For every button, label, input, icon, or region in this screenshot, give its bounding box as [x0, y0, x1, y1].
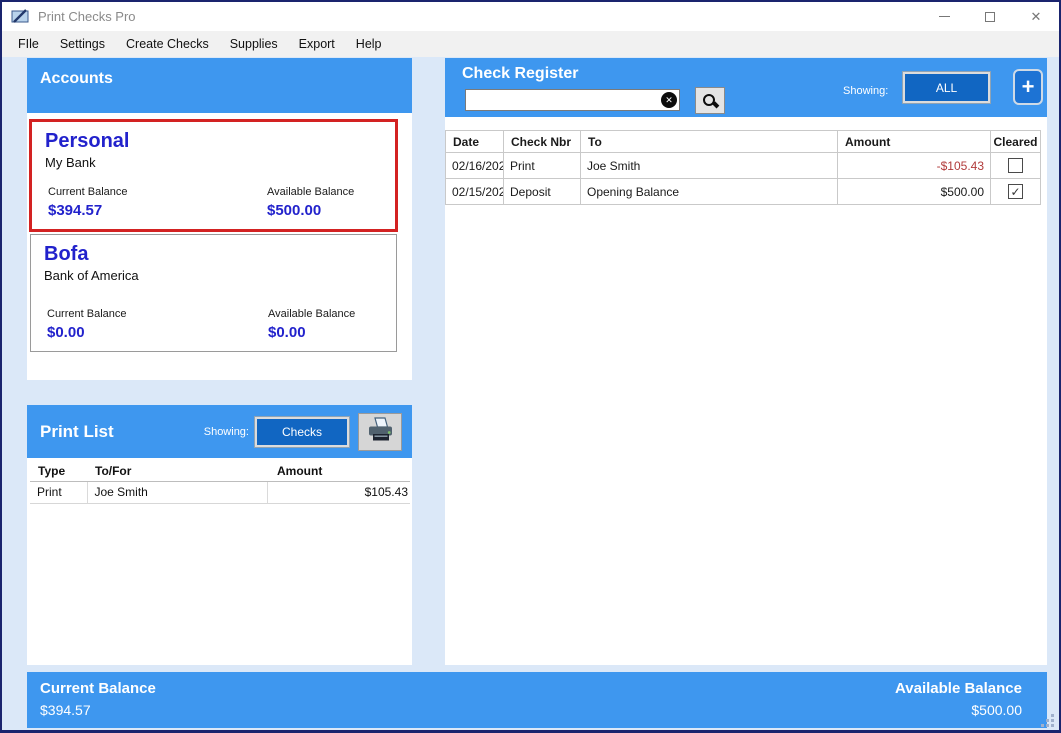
- current-balance-value: $394.57: [48, 202, 267, 219]
- current-balance-label: Current Balance: [48, 186, 267, 198]
- col-header-amount[interactable]: Amount: [838, 131, 991, 153]
- content-area: Accounts Personal My Bank Current Balanc…: [2, 57, 1059, 731]
- available-balance-value: $500.00: [267, 202, 385, 219]
- showing-label: Showing:: [204, 426, 249, 438]
- account-bank: Bank of America: [44, 268, 384, 283]
- current-balance-value: $0.00: [47, 324, 268, 341]
- maximize-button[interactable]: [967, 2, 1013, 31]
- window-title: Print Checks Pro: [38, 9, 136, 24]
- menu-export[interactable]: Export: [299, 37, 335, 51]
- cell-to: Opening Balance: [581, 179, 838, 205]
- print-list-title: Print List: [40, 422, 114, 442]
- cell-tofor: Joe Smith: [87, 481, 267, 503]
- col-header-cleared[interactable]: Cleared: [991, 131, 1041, 153]
- menu-bar: FIle Settings Create Checks Supplies Exp…: [2, 31, 1059, 57]
- app-window: Print Checks Pro ✕ FIle Settings Create …: [0, 0, 1061, 733]
- available-balance-label: Available Balance: [268, 308, 386, 320]
- search-button[interactable]: [695, 87, 725, 114]
- printer-icon: [365, 415, 395, 448]
- register-row[interactable]: 02/15/2020 Deposit Opening Balance $500.…: [446, 179, 1041, 205]
- register-row[interactable]: 02/16/2020 Print Joe Smith -$105.43: [446, 153, 1041, 179]
- minimize-button[interactable]: [921, 2, 967, 31]
- menu-supplies[interactable]: Supplies: [230, 37, 278, 51]
- print-list-row[interactable]: Print Joe Smith $105.43: [30, 481, 410, 503]
- menu-help[interactable]: Help: [356, 37, 382, 51]
- account-bank: My Bank: [45, 155, 383, 170]
- cell-check-nbr: Print: [504, 153, 581, 179]
- app-icon: [11, 9, 30, 24]
- add-transaction-button[interactable]: +: [1013, 69, 1043, 105]
- cell-to: Joe Smith: [581, 153, 838, 179]
- cell-amount: -$105.43: [838, 153, 991, 179]
- footer-available-balance-label: Available Balance: [895, 680, 1022, 697]
- footer-current-balance-label: Current Balance: [40, 680, 156, 697]
- account-name: Personal: [45, 130, 383, 153]
- current-balance-label: Current Balance: [47, 308, 268, 320]
- print-list-header-row: Type To/For Amount: [30, 463, 410, 481]
- check-register-title: Check Register: [462, 65, 579, 83]
- register-header-row: Date Check Nbr To Amount Cleared: [446, 131, 1041, 153]
- cell-amount: $105.43: [267, 481, 410, 503]
- check-register-header: Check Register ✕ Showing: ALL +: [445, 58, 1047, 117]
- check-register-table: Date Check Nbr To Amount Cleared 02/16/2…: [445, 130, 1041, 205]
- cell-cleared: [991, 179, 1041, 205]
- check-register-panel: Check Register ✕ Showing: ALL + Date Che…: [445, 58, 1047, 665]
- accounts-title: Accounts: [40, 70, 113, 87]
- cell-check-nbr: Deposit: [504, 179, 581, 205]
- col-header-tofor[interactable]: To/For: [87, 463, 267, 481]
- clear-search-icon[interactable]: ✕: [661, 92, 677, 108]
- print-list-filter-button[interactable]: Checks: [255, 417, 349, 447]
- accounts-panel: Accounts Personal My Bank Current Balanc…: [27, 58, 412, 380]
- print-list-header: Print List Showing: Checks: [27, 405, 412, 458]
- resize-grip[interactable]: [1051, 724, 1054, 727]
- maximize-icon: [985, 12, 995, 22]
- account-balances: Current Balance $0.00 Available Balance …: [47, 308, 386, 341]
- available-balance-value: $0.00: [268, 324, 386, 341]
- footer-available-balance-value: $500.00: [895, 702, 1022, 718]
- showing-label: Showing:: [843, 85, 888, 97]
- cell-date: 02/16/2020: [446, 153, 504, 179]
- account-balances: Current Balance $394.57 Available Balanc…: [48, 186, 385, 219]
- print-list-panel: Print List Showing: Checks: [27, 405, 412, 665]
- col-header-date[interactable]: Date: [446, 131, 504, 153]
- col-header-amount[interactable]: Amount: [267, 463, 410, 481]
- cell-type: Print: [30, 481, 87, 503]
- cell-date: 02/15/2020: [446, 179, 504, 205]
- menu-file[interactable]: FIle: [18, 37, 39, 51]
- account-card-bofa[interactable]: Bofa Bank of America Current Balance $0.…: [30, 234, 397, 352]
- close-button[interactable]: ✕: [1013, 2, 1059, 31]
- col-header-type[interactable]: Type: [30, 463, 87, 481]
- print-list-table: Type To/For Amount Print Joe Smith $105.…: [30, 463, 410, 504]
- available-balance-label: Available Balance: [267, 186, 385, 198]
- menu-settings[interactable]: Settings: [60, 37, 105, 51]
- account-card-personal[interactable]: Personal My Bank Current Balance $394.57…: [29, 119, 398, 232]
- cleared-checkbox[interactable]: [1008, 184, 1023, 199]
- print-button[interactable]: [358, 413, 402, 451]
- search-icon: [702, 93, 718, 109]
- search-box: ✕: [465, 89, 680, 111]
- cleared-checkbox[interactable]: [1008, 158, 1023, 173]
- register-filter-button[interactable]: ALL: [903, 72, 990, 103]
- menu-create-checks[interactable]: Create Checks: [126, 37, 209, 51]
- search-input[interactable]: [466, 91, 661, 109]
- title-bar[interactable]: Print Checks Pro ✕: [2, 2, 1059, 31]
- account-name: Bofa: [44, 243, 384, 266]
- window-controls: ✕: [921, 2, 1059, 31]
- cell-cleared: [991, 153, 1041, 179]
- accounts-panel-header: Accounts: [27, 58, 412, 113]
- footer-current-balance-value: $394.57: [40, 702, 156, 718]
- col-header-check-nbr[interactable]: Check Nbr: [504, 131, 581, 153]
- cell-amount: $500.00: [838, 179, 991, 205]
- minimize-icon: [939, 16, 950, 17]
- col-header-to[interactable]: To: [581, 131, 838, 153]
- balance-footer: Current Balance $394.57 Available Balanc…: [27, 672, 1047, 728]
